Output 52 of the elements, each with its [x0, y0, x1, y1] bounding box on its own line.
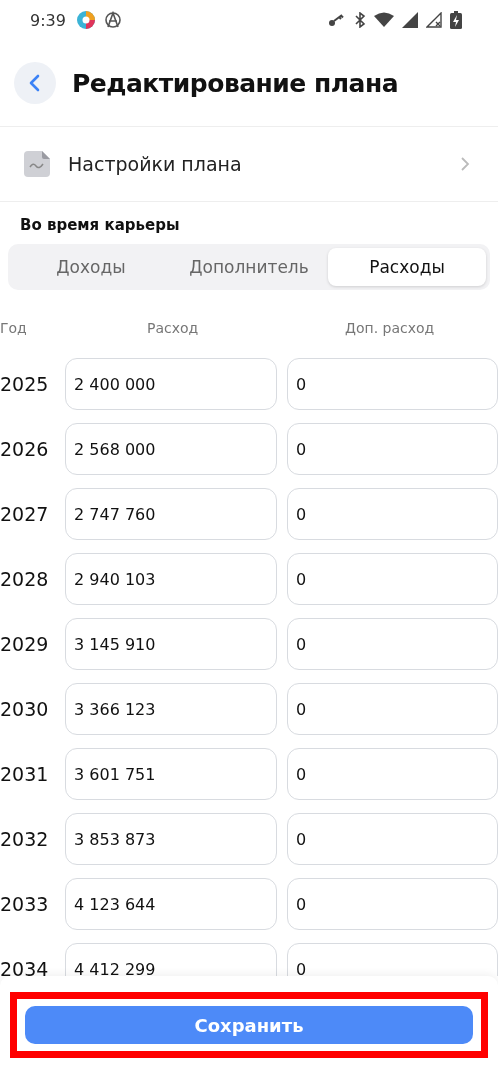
- tab[interactable]: Дополнитель: [170, 248, 328, 286]
- chart-document-icon: [24, 151, 50, 177]
- extra-expense-field[interactable]: 0: [287, 943, 498, 976]
- signal-icon: [402, 12, 418, 28]
- expense-field[interactable]: 3 145 910: [65, 618, 277, 670]
- extra-expense-field[interactable]: 0: [287, 358, 498, 410]
- wifi-icon: [374, 12, 394, 28]
- expense-field[interactable]: 2 747 760: [65, 488, 277, 540]
- page-title: Редактирование плана: [72, 68, 399, 98]
- year-label: 2030: [0, 698, 50, 720]
- expense-field[interactable]: 4 412 299: [65, 943, 277, 976]
- extra-expense-field[interactable]: 0: [287, 748, 498, 800]
- status-time: 9:39: [30, 10, 66, 30]
- column-header: Доп. расход: [344, 320, 435, 336]
- back-icon: [28, 73, 42, 93]
- year-label: 2027: [0, 503, 50, 525]
- expense-field[interactable]: 4 123 644: [65, 878, 277, 930]
- year-label: 2029: [0, 633, 50, 655]
- extra-expense-field[interactable]: 0: [287, 878, 498, 930]
- tab[interactable]: Доходы: [12, 248, 170, 286]
- extra-expense-field[interactable]: 0: [287, 488, 498, 540]
- back-button[interactable]: [14, 62, 56, 104]
- battery-charging-icon: [450, 11, 462, 29]
- year-label: 2025: [0, 373, 50, 395]
- year-label: 2031: [0, 763, 50, 785]
- extra-expense-field[interactable]: 0: [287, 813, 498, 865]
- anarchy-icon: [103, 11, 122, 29]
- plan-settings-row[interactable]: Настройки плана: [0, 127, 498, 202]
- year-label: 2026: [0, 438, 50, 460]
- year-label: 2032: [0, 828, 50, 850]
- expense-field[interactable]: 2 400 000: [65, 358, 277, 410]
- extra-expense-field[interactable]: 0: [287, 553, 498, 605]
- app-logo-icon: [75, 10, 96, 30]
- expense-field[interactable]: 2 568 000: [65, 423, 277, 475]
- expense-field[interactable]: 3 853 873: [65, 813, 277, 865]
- no-signal-icon: [426, 12, 442, 28]
- extra-expense-field[interactable]: 0: [287, 618, 498, 670]
- chevron-right-icon: [460, 156, 470, 172]
- bluetooth-icon: [354, 12, 366, 28]
- year-label: 2028: [0, 568, 50, 590]
- expense-field[interactable]: 2 940 103: [65, 553, 277, 605]
- extra-expense-field[interactable]: 0: [287, 683, 498, 735]
- expense-field[interactable]: 3 601 751: [65, 748, 277, 800]
- section-title: Во время карьеры: [19, 215, 181, 236]
- extra-expense-field[interactable]: 0: [287, 423, 498, 475]
- year-label: 2034: [0, 958, 50, 976]
- column-header: Расход: [146, 320, 200, 336]
- year-label: 2033: [0, 893, 50, 915]
- expense-field[interactable]: 3 366 123: [65, 683, 277, 735]
- key-icon: [328, 13, 346, 27]
- column-header: Год: [0, 320, 28, 336]
- tab[interactable]: Расходы: [328, 248, 486, 286]
